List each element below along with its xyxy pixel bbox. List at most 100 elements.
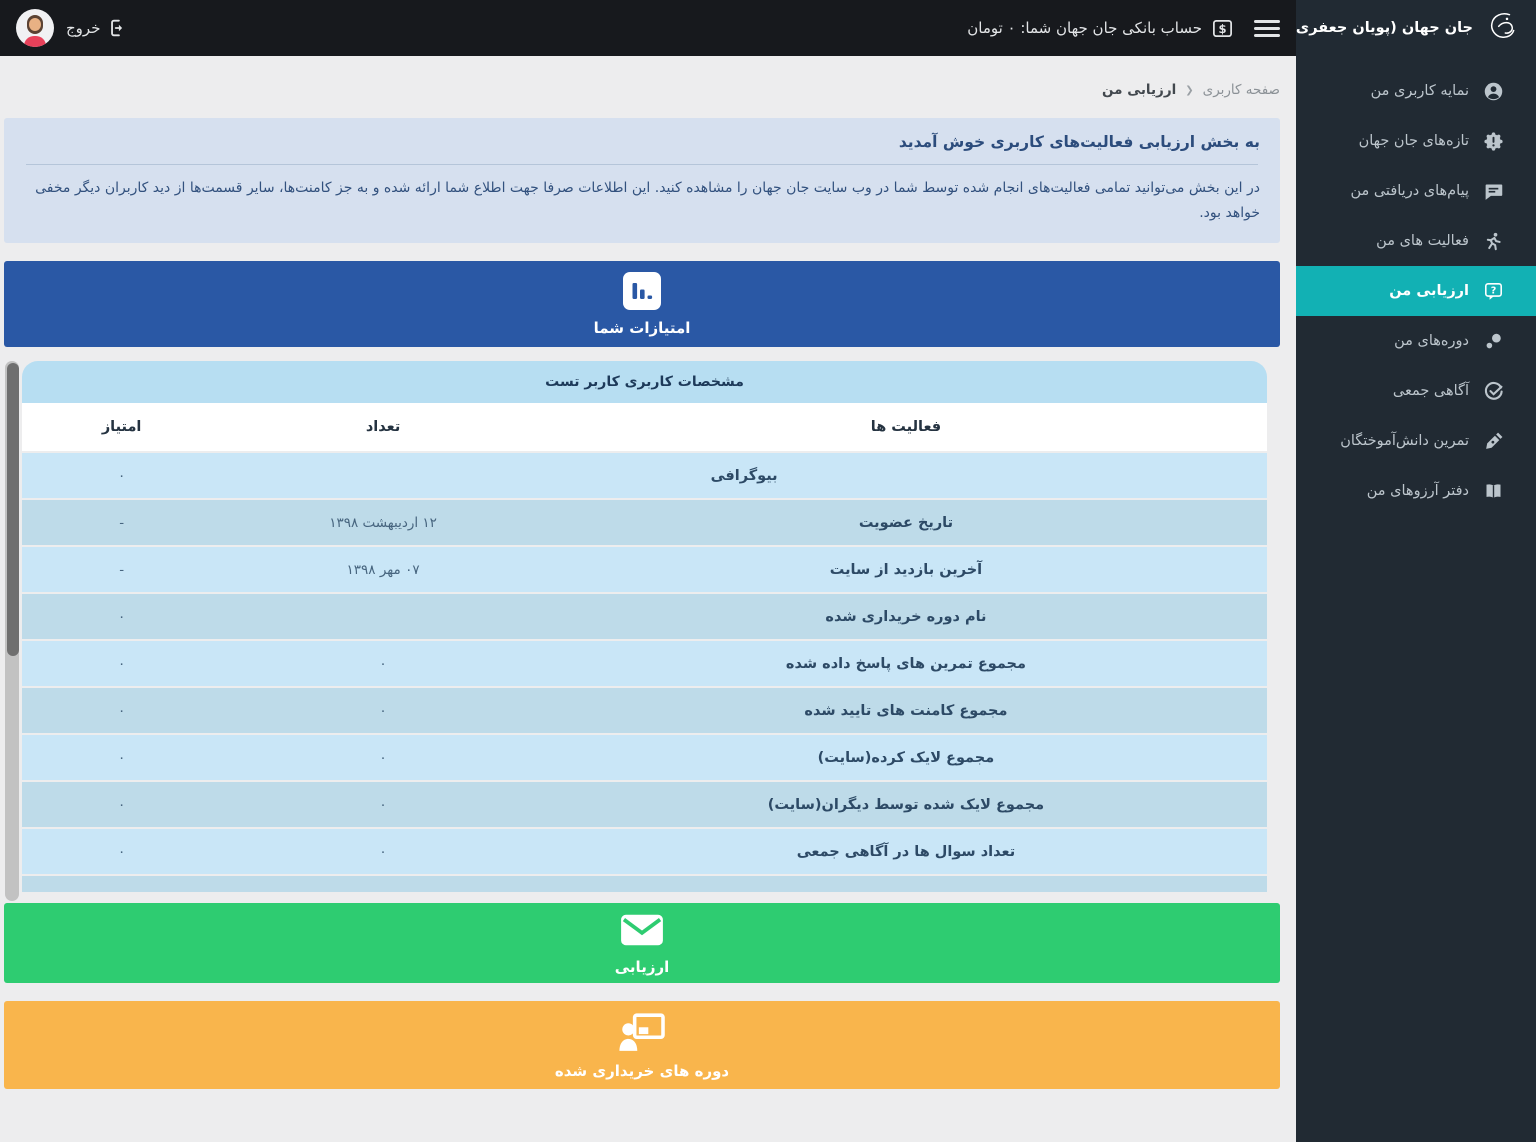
sidebar-item-my-courses[interactable]: دوره‌های من: [1296, 316, 1536, 366]
breadcrumb-current: ارزیابی من: [1101, 82, 1177, 98]
activity-cell: تاریخ عضویت: [858, 514, 954, 531]
sidebar-item-my-activities[interactable]: فعالیت های من: [1296, 216, 1536, 266]
svg-text:?: ?: [1490, 285, 1496, 296]
sidebar: جان جهان (پویان جعفری) نمایه کاربری من ت…: [1289, 0, 1536, 1142]
table-row: بیوگرافی ۰: [22, 453, 1267, 499]
table-row: تاریخ عضویت ۱۲ اردیبهشت ۱۳۹۸ -: [22, 500, 1267, 546]
score-cell: ۰: [117, 608, 126, 625]
sidebar-item-my-wishbook[interactable]: دفتر آرزوهای من: [1296, 466, 1536, 516]
welcome-divider: [26, 164, 1258, 165]
welcome-title: به بخش ارزیابی فعالیت‌های کاربری خوش آمد…: [898, 133, 1260, 151]
activity-table-container: مشخصات کاربری کاربر تست فعالیت ها تعداد …: [4, 361, 1280, 902]
logout-button[interactable]: خروج: [66, 17, 129, 39]
brand-name: جان جهان (پویان جعفری): [1289, 20, 1473, 36]
count-cell: ۰: [379, 843, 387, 860]
table-row: مجموع تمرین های پاسخ داده شده ۰ ۰: [22, 641, 1267, 687]
sidebar-item-my-evaluation[interactable]: ? ارزیابی من: [1296, 266, 1536, 316]
table-title: مشخصات کاربری کاربر تست: [22, 361, 1267, 404]
count-cell: ۰: [379, 749, 387, 766]
badge-icon: [1482, 130, 1504, 152]
count-cell: ۰۷ مهر ۱۳۹۸: [346, 561, 420, 578]
activity-cell: تعداد سوال ها در آگاهی جمعی: [796, 843, 1016, 860]
score-cell: ۰: [117, 467, 126, 484]
breadcrumb-parent-link[interactable]: صفحه کاربری: [1203, 82, 1280, 98]
svg-text:$: $: [1218, 22, 1226, 36]
count-cell: ۰: [379, 655, 387, 672]
main-area: $ حساب بانکی جان جهان شما: ۰ تومان خروج: [0, 0, 1296, 1142]
money-icon: $: [1213, 19, 1232, 37]
topbar-right-group: $ حساب بانکی جان جهان شما: ۰ تومان: [967, 17, 1280, 40]
sidebar-nav: نمایه کاربری من تازه‌های جان جهان پیام‌ه…: [1296, 56, 1536, 516]
envelope-icon: [621, 914, 663, 946]
table-scrollbar-thumb[interactable]: [7, 363, 19, 657]
app-root: جان جهان (پویان جعفری) نمایه کاربری من ت…: [0, 0, 1536, 1142]
topbar-left-group: خروج: [16, 9, 129, 47]
table-header-row: فعالیت ها تعداد امتیاز: [22, 403, 1267, 452]
user-circle-icon: [1482, 80, 1504, 102]
activity-cell: آخرین بازدید از سایت: [829, 561, 983, 578]
sidebar-item-my-messages[interactable]: پیام‌های دریافتی من: [1296, 166, 1536, 216]
score-cell: ۰: [117, 796, 126, 813]
breadcrumb: صفحه کاربری ❮ ارزیابی من: [4, 56, 1280, 118]
sidebar-item-my-profile[interactable]: نمایه کاربری من: [1296, 66, 1536, 116]
brand[interactable]: جان جهان (پویان جعفری): [1289, 0, 1536, 56]
column-header-activity: فعالیت ها: [870, 419, 942, 436]
activity-table: مشخصات کاربری کاربر تست فعالیت ها تعداد …: [22, 361, 1267, 893]
message-icon: [1482, 180, 1504, 202]
purchased-courses-label: دوره های خریداری شده: [554, 1061, 730, 1080]
score-cell: ۰: [117, 749, 126, 766]
bank-balance-badge: $ حساب بانکی جان جهان شما: ۰ تومان: [967, 17, 1234, 40]
activity-cell: بیوگرافی: [710, 467, 778, 484]
table-row: مجموع لایک کرده(سایت) ۰ ۰: [22, 735, 1267, 781]
dots-icon: [1482, 330, 1504, 352]
topbar: $ حساب بانکی جان جهان شما: ۰ تومان خروج: [0, 0, 1296, 56]
table-row: نام دوره خریداری شده ۰: [22, 594, 1267, 640]
pen-icon: [1482, 430, 1504, 452]
brand-logo-icon: [1482, 8, 1522, 48]
table-row: مجموع لایک شده توسط دیگران(سایت) ۰ ۰: [22, 782, 1267, 828]
chevron-left-icon: ❮: [1185, 84, 1194, 96]
column-header-count: تعداد: [365, 419, 401, 436]
content: صفحه کاربری ❮ ارزیابی من به بخش ارزیابی …: [0, 56, 1296, 1142]
sidebar-item-alumni-practice[interactable]: تمرین دانش‌آموختگان: [1296, 416, 1536, 466]
activity-cell: مجموع کامنت های تایید شده: [804, 702, 1008, 719]
logout-label: خروج: [66, 19, 101, 37]
score-cell: -: [119, 561, 125, 578]
book-icon: [1482, 480, 1504, 502]
table-body: بیوگرافی ۰ تاریخ عضویت ۱۲ اردیبهشت ۱۳۹۸ …: [22, 453, 1267, 875]
table-scrollbar-track[interactable]: [5, 361, 19, 902]
avatar[interactable]: [16, 9, 54, 47]
activity-cell: مجموع لایک شده توسط دیگران(سایت): [767, 796, 1045, 813]
sidebar-item-collective-awareness[interactable]: آگاهی جمعی: [1296, 366, 1536, 416]
activity-cell: مجموع تمرین های پاسخ داده شده: [785, 655, 1026, 672]
table-row: آخرین بازدید از سایت ۰۷ مهر ۱۳۹۸ -: [22, 547, 1267, 593]
evaluation-button[interactable]: ارزیابی: [4, 903, 1280, 984]
bar-chart-icon: [623, 271, 661, 310]
check-circle-icon: [1482, 380, 1504, 402]
table-row: تعداد سوال ها در آگاهی جمعی ۰ ۰: [22, 829, 1267, 875]
count-cell: ۱۲ اردیبهشت ۱۳۹۸: [329, 514, 437, 531]
welcome-panel: به بخش ارزیابی فعالیت‌های کاربری خوش آمد…: [4, 118, 1280, 244]
count-cell: ۰: [379, 796, 387, 813]
logout-icon: [111, 19, 123, 37]
activity-cell: مجموع لایک کرده(سایت): [817, 749, 995, 766]
welcome-body: در این بخش می‌توانید تمامی فعالیت‌های ان…: [35, 180, 1260, 222]
your-scores-label: امتیازات شما: [593, 318, 691, 337]
count-cell: ۰: [379, 702, 387, 719]
sidebar-item-jan-jahan-news[interactable]: تازه‌های جان جهان: [1296, 116, 1536, 166]
score-cell: ۰: [117, 702, 126, 719]
evaluation-label: ارزیابی: [614, 957, 670, 976]
your-scores-button[interactable]: امتیازات شما: [4, 261, 1280, 348]
score-cell: ۰: [117, 843, 126, 860]
column-header-score: امتیاز: [101, 419, 142, 436]
activity-cell: نام دوره خریداری شده: [825, 608, 987, 625]
menu-toggle-button[interactable]: [1254, 19, 1280, 37]
question-bubble-icon: ?: [1482, 280, 1504, 302]
running-icon: [1482, 230, 1504, 252]
table-row: مجموع کامنت های تایید شده ۰ ۰: [22, 688, 1267, 734]
score-cell: -: [119, 514, 125, 531]
table-row-partial: [22, 876, 1267, 893]
person-screen-icon: [619, 1013, 665, 1051]
purchased-courses-button[interactable]: دوره های خریداری شده: [4, 1001, 1280, 1090]
score-cell: ۰: [117, 655, 126, 672]
